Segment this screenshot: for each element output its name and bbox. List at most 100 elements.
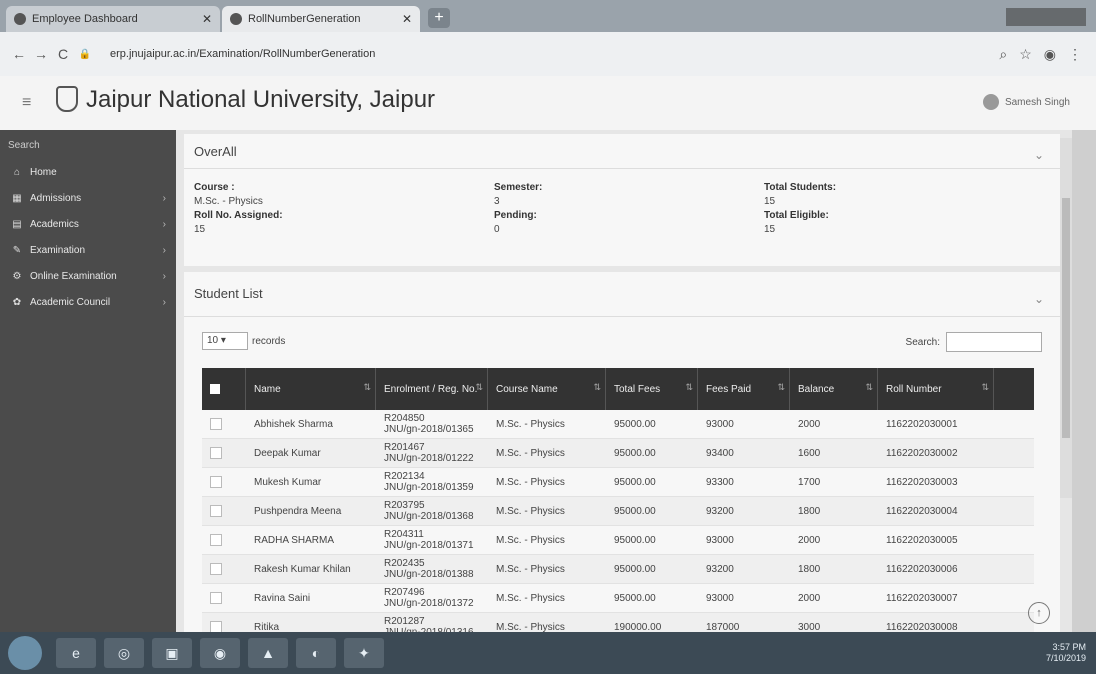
sidebar-item-label: Admissions	[30, 192, 82, 204]
panel-title: Student List	[194, 286, 263, 301]
page-scrollbar[interactable]	[1060, 138, 1072, 498]
chevron-right-icon: ›	[162, 296, 166, 308]
sidebar-item-home[interactable]: ⌂ Home	[0, 159, 176, 185]
close-icon[interactable]: ✕	[202, 12, 212, 26]
media-player-icon[interactable]: ◎	[104, 638, 144, 668]
sidebar-item-admissions[interactable]: ▦ Admissions ›	[0, 185, 176, 211]
sidebar-item-label: Academic Council	[30, 296, 111, 308]
window-controls[interactable]	[1006, 8, 1086, 26]
sidebar-item-online-examination[interactable]: ⚙ Online Examination ›	[0, 263, 176, 289]
tab-title: Employee Dashboard	[32, 13, 138, 25]
total-eligible-label: Total Eligible:	[764, 210, 829, 221]
semester-value: 3	[494, 196, 500, 207]
overall-panel: OverAll ⌄ Course : M.Sc. - Physics Roll …	[184, 134, 1060, 266]
column-header-balance[interactable]: Balance ⇅	[790, 368, 878, 410]
sidebar-item-label: Examination	[30, 244, 86, 256]
column-header-fees-paid[interactable]: Fees Paid ⇅	[698, 368, 790, 410]
internet-explorer-icon[interactable]: e	[56, 638, 96, 668]
forward-arrow-icon[interactable]: →	[30, 46, 52, 62]
column-header-name[interactable]: Name ⇅	[246, 368, 376, 410]
table-row: Pushpendra Meena R203795 JNU/gn-2018/0136…	[202, 497, 1034, 526]
sidebar-search[interactable]: Search	[0, 130, 176, 151]
column-header-course[interactable]: Course Name ⇅	[488, 368, 606, 410]
chevron-right-icon: ›	[162, 270, 166, 282]
table-row: RADHA SHARMA R204311 JNU/gn-2018/01371 M.…	[202, 526, 1034, 555]
sidebar-item-label: Online Examination	[30, 270, 117, 282]
tab-employee-dashboard[interactable]: Employee Dashboard ✕	[6, 6, 220, 32]
council-icon: ✿	[12, 296, 22, 308]
course-value: M.Sc. - Physics	[194, 196, 263, 207]
chrome-icon[interactable]: ◉	[200, 638, 240, 668]
search-label: Search:	[905, 336, 940, 348]
app-icon[interactable]: ✦	[344, 638, 384, 668]
search-input[interactable]	[946, 332, 1042, 352]
table-body: Abhishek Sharma R204850 JNU/gn-2018/01365…	[202, 410, 1034, 642]
app-icon[interactable]: ◐	[296, 638, 336, 668]
tab-roll-number-generation[interactable]: RollNumberGeneration ✕	[222, 6, 420, 32]
app-header: ≡ Jaipur National University, Jaipur Sam…	[0, 76, 1096, 130]
page-title: Jaipur National University, Jaipur	[86, 86, 436, 113]
profile-icon[interactable]: ◉	[1044, 46, 1056, 63]
table-row: Ravina Saini R207496 JNU/gn-2018/01372 M.…	[202, 584, 1034, 613]
row-checkbox[interactable]	[210, 563, 222, 575]
home-icon: ⌂	[13, 166, 21, 178]
academics-icon: ▤	[12, 218, 22, 230]
sidebar-item-examination[interactable]: ✎ Examination ›	[0, 237, 176, 263]
total-eligible-value: 15	[764, 224, 776, 235]
chevron-down-icon[interactable]: ⌄	[1034, 292, 1044, 306]
chrome-favicon-icon	[14, 13, 26, 25]
close-icon[interactable]: ✕	[402, 12, 412, 26]
chevron-right-icon: ›	[162, 218, 166, 230]
sidebar-item-academic-council[interactable]: ✿ Academic Council ›	[0, 289, 176, 315]
pending-label: Pending:	[494, 210, 537, 221]
row-checkbox[interactable]	[210, 534, 222, 546]
chevron-down-icon[interactable]: ⌄	[1034, 148, 1044, 162]
online-examination-icon: ⚙	[12, 270, 22, 282]
hamburger-icon[interactable]: ≡	[22, 94, 31, 112]
panel-title: OverAll	[194, 144, 237, 159]
chevron-right-icon: ›	[162, 192, 166, 204]
pending-value: 0	[494, 224, 500, 235]
sidebar: Search ⌂ Home ▦ Admissions › ▤ Academics…	[0, 130, 176, 632]
url-field[interactable]: erp.jnujaipur.ac.in/Examination/RollNumb…	[104, 41, 999, 67]
column-header-roll-number[interactable]: Roll Number ⇅	[878, 368, 994, 410]
sidebar-item-academics[interactable]: ▤ Academics ›	[0, 211, 176, 237]
chrome-favicon-icon	[230, 13, 242, 25]
main-content: OverAll ⌄ Course : M.Sc. - Physics Roll …	[176, 130, 1072, 642]
new-tab-icon[interactable]: +	[428, 8, 450, 28]
scroll-to-top-icon[interactable]: ↑	[1028, 602, 1050, 624]
row-checkbox[interactable]	[210, 505, 222, 517]
star-icon[interactable]: ☆	[1019, 46, 1032, 63]
row-checkbox[interactable]	[210, 447, 222, 459]
tab-title: RollNumberGeneration	[248, 13, 361, 25]
user-menu[interactable]: Samesh Singh	[982, 94, 1070, 110]
records-per-page-select[interactable]: 10 ▾	[202, 332, 248, 350]
zoom-icon[interactable]: ⌕	[999, 46, 1007, 63]
row-checkbox[interactable]	[210, 592, 222, 604]
reload-icon[interactable]: C	[52, 46, 74, 62]
file-explorer-icon[interactable]: ▣	[152, 638, 192, 668]
university-logo-icon	[56, 86, 78, 112]
system-tray-clock[interactable]: 3:57 PM 7/10/2019	[1046, 642, 1086, 664]
table-row: Abhishek Sharma R204850 JNU/gn-2018/01365…	[202, 410, 1034, 439]
app-icon[interactable]: ▲	[248, 638, 288, 668]
row-checkbox[interactable]	[210, 418, 222, 430]
sidebar-item-label: Academics	[30, 218, 79, 230]
table-search: Search:	[906, 332, 1042, 352]
start-button[interactable]	[8, 636, 42, 670]
menu-dots-icon[interactable]: ⋮	[1068, 46, 1082, 63]
records-label: records	[252, 335, 286, 347]
column-header-reg[interactable]: Enrolment / Reg. No. ⇅	[376, 368, 488, 410]
address-bar: ← → C 🔒 erp.jnujaipur.ac.in/Examination/…	[0, 32, 1096, 76]
course-label: Course :	[194, 182, 235, 193]
total-students-label: Total Students:	[764, 182, 837, 193]
table-header: Name ⇅ Enrolment / Reg. No. ⇅ Course Name ⇅…	[202, 368, 1034, 410]
select-all-checkbox[interactable]	[202, 368, 246, 410]
records-length: 10 ▾ records	[202, 332, 285, 350]
row-checkbox[interactable]	[210, 476, 222, 488]
back-arrow-icon[interactable]: ←	[8, 46, 30, 62]
student-list-panel: Student List ⌄ 10 ▾ records Search: Name…	[184, 272, 1060, 642]
table-row: Deepak Kumar R201467 JNU/gn-2018/01222 M.…	[202, 439, 1034, 468]
browser-tab-bar: Employee Dashboard ✕ RollNumberGeneratio…	[0, 0, 1096, 32]
column-header-total-fees[interactable]: Total Fees ⇅	[606, 368, 698, 410]
